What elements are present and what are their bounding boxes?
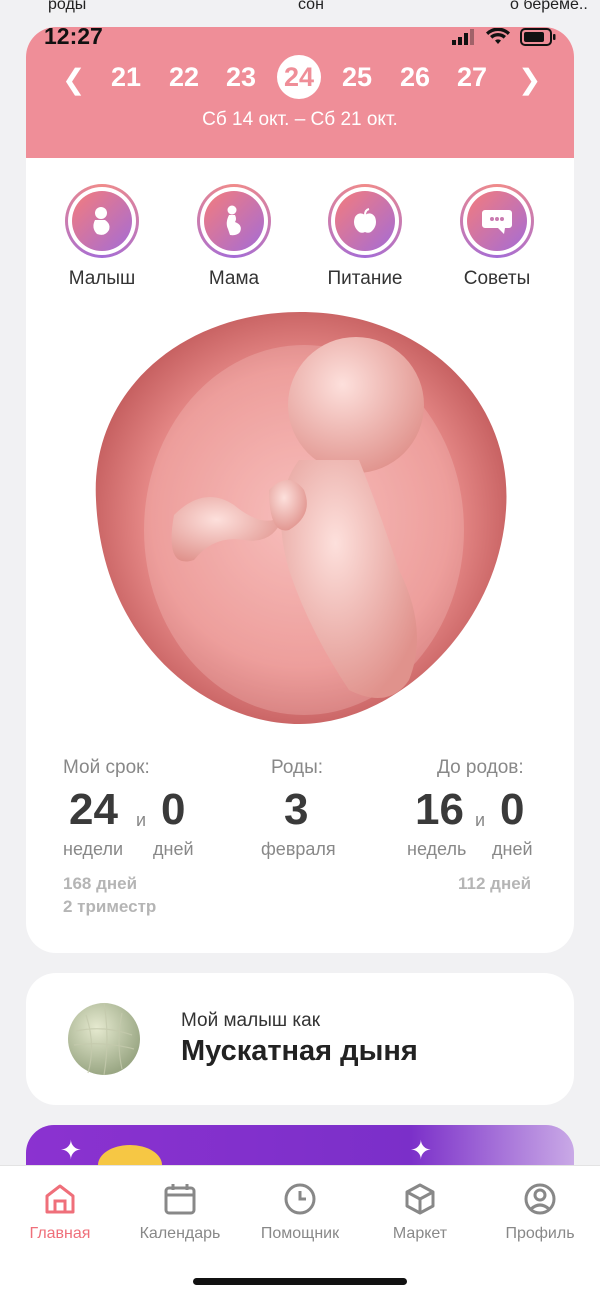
- term-days-unit: дней: [153, 839, 194, 859]
- tab-label: Маркет: [392, 1225, 448, 1242]
- baby-icon: [93, 207, 110, 235]
- week-number[interactable]: 26: [393, 57, 437, 97]
- overflow-tab-labels: роды сон о береме..: [0, 0, 600, 14]
- week-date-range: Сб 14 окт. – Сб 21 окт.: [202, 109, 398, 130]
- chevron-left-icon[interactable]: ❮: [62, 63, 85, 96]
- status-icons: [452, 28, 556, 46]
- remaining-total-days: 112 дней: [458, 874, 532, 893]
- tab-profile[interactable]: Профиль: [480, 1182, 600, 1243]
- calendar-icon: [164, 1184, 196, 1215]
- week-number-active[interactable]: 24: [277, 55, 321, 99]
- birth-day: 3: [284, 785, 309, 834]
- week-number[interactable]: 23: [219, 57, 263, 97]
- remaining-weeks-unit: недель: [407, 839, 467, 859]
- clock-icon: [284, 1183, 316, 1215]
- remaining-days: 0: [500, 785, 525, 834]
- category-label: Советы: [463, 268, 531, 289]
- signal-icon: [452, 29, 474, 45]
- tab-home[interactable]: Главная: [0, 1182, 120, 1243]
- chat-icon: [482, 210, 512, 234]
- category-label: Мама: [208, 268, 260, 289]
- overflow-label: о береме..: [510, 0, 588, 13]
- profile-icon: [524, 1183, 556, 1215]
- week-selector: ❮ 21 22 23 24 25 26 27 ❯: [26, 55, 574, 99]
- week-header: 12:27 ❮ 21 22 23 24 25 26 27 ❯ Сб 14 окт…: [26, 27, 574, 158]
- tab-market[interactable]: Маркет: [360, 1182, 480, 1243]
- term-and: и: [136, 810, 147, 830]
- apple-icon: [354, 208, 376, 233]
- tab-assistant[interactable]: Помощник: [240, 1182, 360, 1243]
- term-trimester: 2 триместр: [63, 897, 157, 916]
- chevron-right-icon[interactable]: ❯: [518, 63, 541, 96]
- sparkle-icon: ✦: [410, 1135, 432, 1165]
- category-label: Питание: [327, 268, 403, 289]
- category-label: Малыш: [68, 268, 136, 289]
- status-time: 12:27: [44, 27, 103, 49]
- box-icon: [405, 1183, 435, 1215]
- sparkle-icon: ✦: [60, 1135, 82, 1165]
- term-weeks: 24: [69, 785, 118, 834]
- pregnant-icon: [226, 205, 241, 236]
- tab-label: Помощник: [260, 1225, 340, 1242]
- category-mom[interactable]: Мама: [179, 184, 289, 290]
- week-number[interactable]: 22: [162, 57, 206, 97]
- term-label: Мой срок:: [63, 757, 150, 778]
- week-number[interactable]: 27: [450, 57, 494, 97]
- remaining-label: До родов:: [437, 757, 524, 778]
- category-tips[interactable]: Советы: [442, 184, 552, 290]
- overflow-label: сон: [298, 0, 324, 13]
- pregnancy-card: 12:27 ❮ 21 22 23 24 25 26 27 ❯ Сб 14 окт…: [26, 27, 574, 953]
- fruit-caption: Мой малыш как: [181, 1010, 321, 1031]
- battery-icon: [520, 28, 556, 46]
- fruit-name: Мускатная дыня: [181, 1035, 418, 1067]
- tab-calendar[interactable]: Календарь: [120, 1182, 240, 1243]
- home-indicator: [193, 1278, 407, 1285]
- melon-image: [68, 1002, 140, 1076]
- wifi-icon: [486, 28, 510, 44]
- tab-label: Календарь: [139, 1225, 221, 1242]
- home-icon: [45, 1184, 75, 1214]
- term-days: 0: [161, 785, 186, 834]
- week-number[interactable]: 21: [104, 57, 148, 97]
- fruit-size-card[interactable]: Мой малыш как Мускатная дыня: [26, 973, 574, 1105]
- birth-label: Роды:: [271, 757, 324, 778]
- remaining-days-unit: дней: [492, 839, 533, 859]
- birth-month: февраля: [261, 839, 336, 859]
- tab-label: Главная: [29, 1225, 91, 1242]
- week-number[interactable]: 25: [335, 57, 379, 97]
- fetus-illustration: [95, 312, 507, 724]
- category-nutrition[interactable]: Питание: [310, 184, 420, 290]
- overflow-label: роды: [48, 0, 87, 13]
- term-total-days: 168 дней: [63, 874, 138, 893]
- remaining-weeks: 16: [415, 785, 464, 834]
- remaining-and: и: [475, 810, 486, 830]
- category-baby[interactable]: Малыш: [47, 184, 157, 290]
- term-weeks-unit: недели: [63, 839, 124, 859]
- tab-label: Профиль: [505, 1225, 575, 1242]
